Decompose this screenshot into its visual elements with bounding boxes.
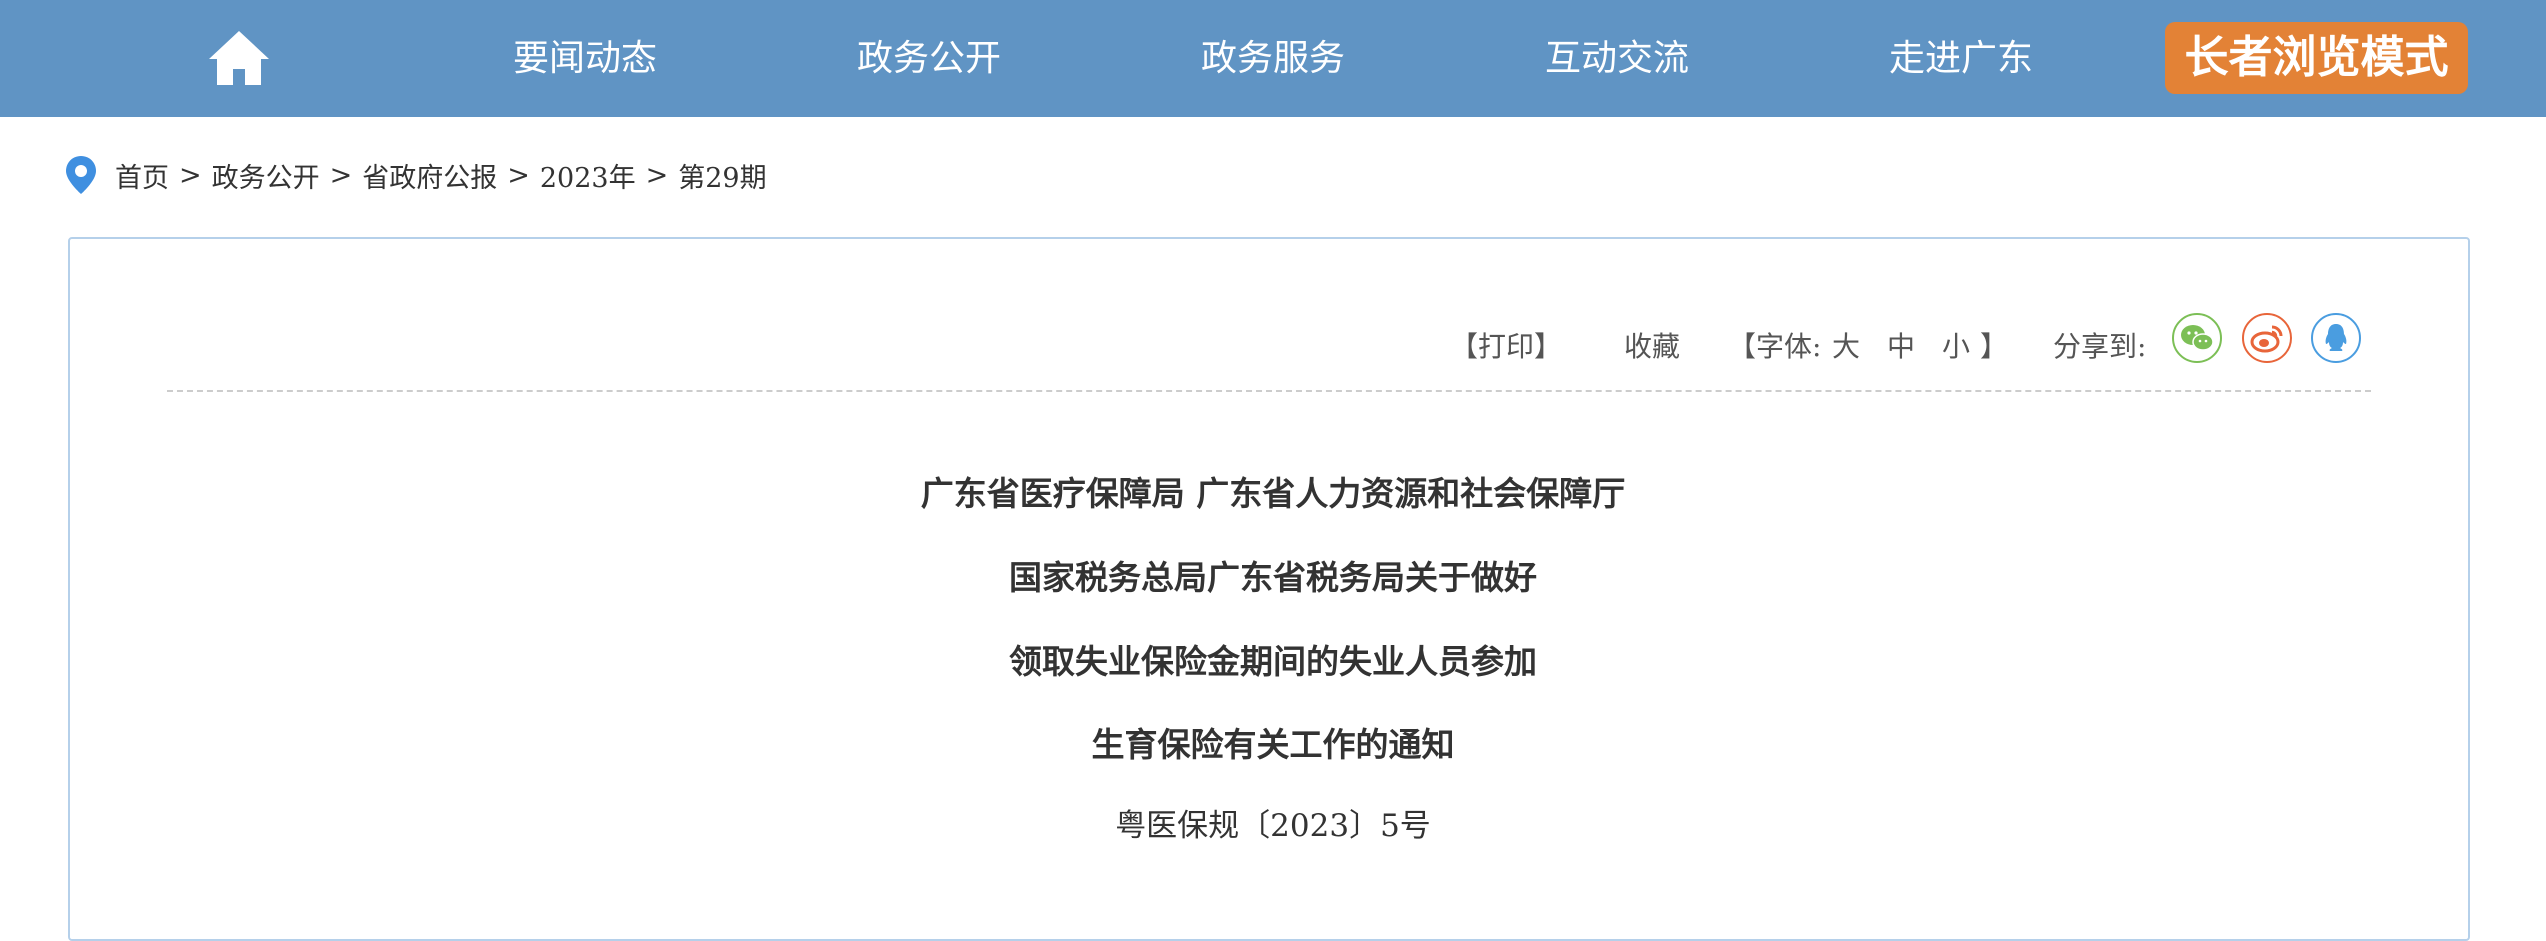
nav-item-about-guangdong[interactable]: 走进广东 <box>1889 0 2033 117</box>
breadcrumb-item-gazette[interactable]: 省政府公报 <box>362 156 497 195</box>
qq-icon <box>2325 324 2347 351</box>
nav-item-government-services[interactable]: 政务服务 <box>1201 0 1345 117</box>
top-navigation-bar: 要闻动态 政务公开 政务服务 互动交流 走进广东 长者浏览模式 <box>0 0 2546 117</box>
breadcrumb-separator: > <box>507 159 530 191</box>
breadcrumb-item-issue[interactable]: 第29期 <box>678 156 766 195</box>
font-size-large-button[interactable]: 大 <box>1832 325 1860 365</box>
breadcrumb: 首页 > 政务公开 > 省政府公报 > 2023年 > 第29期 <box>65 155 767 195</box>
article-title-line-4: 生育保险有关工作的通知 <box>1091 725 1455 764</box>
article-title-line-1: 广东省医疗保障局 广东省人力资源和社会保障厅 <box>920 474 1626 513</box>
toolbar-divider <box>167 390 2371 392</box>
weibo-share-button[interactable] <box>2242 313 2292 363</box>
breadcrumb-item-year[interactable]: 2023年 <box>540 156 636 195</box>
qq-share-button[interactable] <box>2311 313 2361 363</box>
home-icon <box>209 31 269 85</box>
location-pin-icon <box>66 156 96 194</box>
article-toolbar: 【打印】 收藏 【字体: 大 中 小 】 分享到: <box>1450 313 2362 367</box>
nav-item-news[interactable]: 要闻动态 <box>513 0 657 117</box>
font-size-medium-button[interactable]: 中 <box>1887 325 1915 365</box>
breadcrumb-separator: > <box>179 159 202 191</box>
nav-item-interaction[interactable]: 互动交流 <box>1545 0 1689 117</box>
favorite-button[interactable]: 收藏 <box>1624 325 1680 365</box>
share-label: 分享到: <box>2053 330 2147 363</box>
wechat-icon <box>2181 325 2214 351</box>
elder-mode-button[interactable]: 长者浏览模式 <box>2165 22 2468 94</box>
font-size-label: 【字体: <box>1728 330 1822 363</box>
wechat-share-button[interactable] <box>2172 313 2222 363</box>
article-title-line-3: 领取失业保险金期间的失业人员参加 <box>1009 642 1537 681</box>
breadcrumb-separator: > <box>645 159 669 191</box>
breadcrumb-separator: > <box>329 159 353 191</box>
font-size-small-button[interactable]: 小 <box>1942 325 1970 365</box>
print-button[interactable]: 【打印】 <box>1450 325 1562 365</box>
breadcrumb-item-government-affairs[interactable]: 政务公开 <box>212 156 320 195</box>
home-button[interactable] <box>207 29 271 87</box>
font-size-suffix: 】 <box>1980 330 2009 363</box>
article-title-line-2: 国家税务总局广东省税务局关于做好 <box>1009 558 1537 597</box>
nav-item-government-affairs[interactable]: 政务公开 <box>857 0 1001 117</box>
weibo-icon <box>2250 325 2283 353</box>
document-number: 粤医保规〔2023〕5号 <box>1115 808 1431 844</box>
breadcrumb-item-home[interactable]: 首页 <box>115 156 169 195</box>
